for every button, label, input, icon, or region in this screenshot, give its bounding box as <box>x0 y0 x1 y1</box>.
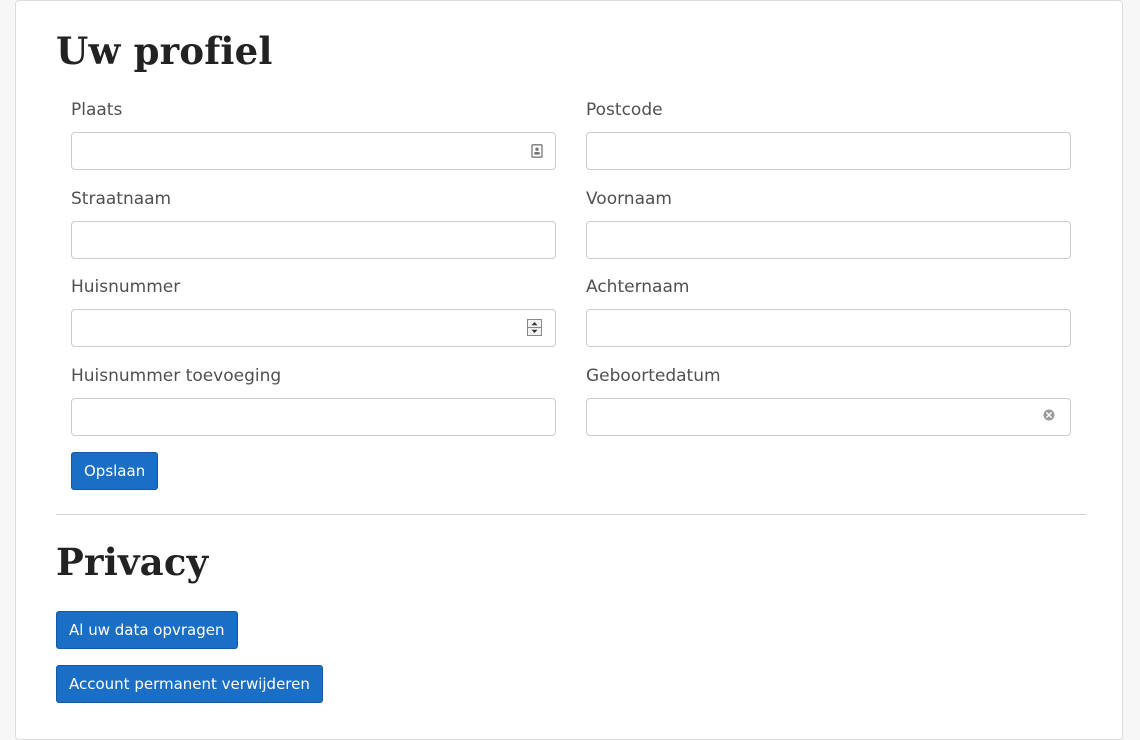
clear-icon[interactable] <box>1043 409 1055 421</box>
huisnummer-label: Huisnummer <box>71 277 181 297</box>
straatnaam-label: Straatnaam <box>71 189 172 209</box>
section-divider <box>56 514 1086 515</box>
achternaam-input[interactable] <box>586 309 1071 347</box>
request-data-button[interactable]: Al uw data opvragen <box>56 611 238 649</box>
postcode-label: Postcode <box>586 100 663 120</box>
profile-heading: Uw profiel <box>56 29 273 73</box>
privacy-heading: Privacy <box>56 540 209 584</box>
achternaam-label: Achternaam <box>586 277 690 297</box>
toevoeging-input[interactable] <box>71 398 556 436</box>
spinner-arrows-icon[interactable] <box>527 319 542 336</box>
huisnummer-input[interactable] <box>71 309 556 347</box>
straatnaam-input[interactable] <box>71 221 556 259</box>
save-button[interactable]: Opslaan <box>71 452 159 490</box>
plaats-input[interactable] <box>71 132 556 170</box>
toevoeging-label: Huisnummer toevoeging <box>71 366 282 386</box>
voornaam-input[interactable] <box>586 221 1071 259</box>
delete-account-button[interactable]: Account permanent verwijderen <box>56 665 323 703</box>
plaats-label: Plaats <box>71 100 123 120</box>
profile-card: Uw profiel Plaats Postcode Straatnaam Vo… <box>15 0 1123 740</box>
voornaam-label: Voornaam <box>586 189 672 209</box>
contact-card-icon[interactable] <box>531 144 543 158</box>
geboortedatum-input[interactable] <box>586 398 1071 436</box>
geboortedatum-label: Geboortedatum <box>586 366 721 386</box>
postcode-input[interactable] <box>586 132 1071 170</box>
